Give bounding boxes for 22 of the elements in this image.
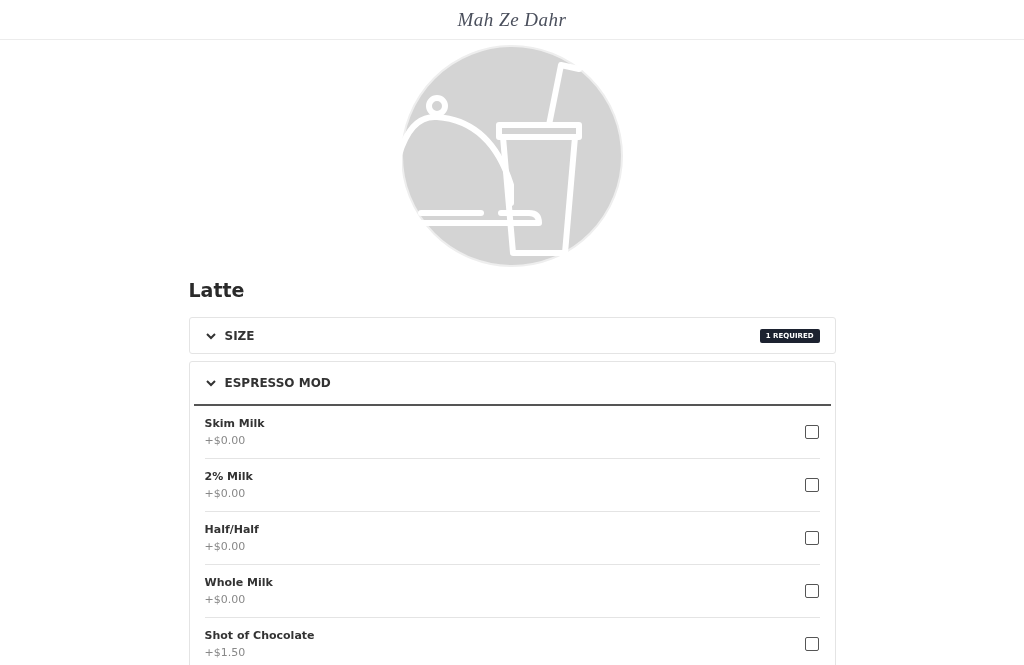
item-title: Latte bbox=[188, 279, 246, 301]
checkbox[interactable] bbox=[804, 531, 819, 545]
section-title[interactable]: SIZE bbox=[224, 328, 255, 343]
option-name: 2% Milk bbox=[204, 470, 254, 483]
logo[interactable]: Mah Ze Dahr bbox=[457, 8, 567, 31]
option-name: Shot of Chocolate bbox=[204, 629, 316, 642]
chevron-down-icon bbox=[204, 378, 217, 388]
option-price: +$0.00 bbox=[204, 434, 247, 447]
option-price: +$0.00 bbox=[204, 487, 247, 500]
option-name: Whole Milk bbox=[204, 576, 274, 589]
section-title[interactable]: ESPRESSO MOD bbox=[224, 376, 331, 390]
checkbox[interactable] bbox=[804, 584, 819, 598]
checkbox[interactable] bbox=[804, 425, 819, 439]
option-price: +$1.50 bbox=[204, 646, 247, 659]
chevron-down-icon bbox=[204, 330, 217, 341]
checkbox[interactable] bbox=[804, 637, 819, 651]
food-and-drink-icon bbox=[401, 45, 623, 267]
option-name: Half/Half bbox=[204, 523, 260, 536]
option-price: +$0.00 bbox=[204, 540, 247, 553]
checkbox[interactable] bbox=[804, 478, 819, 492]
option-price: +$0.00 bbox=[204, 593, 247, 606]
option-name: Skim Milk bbox=[204, 417, 266, 430]
